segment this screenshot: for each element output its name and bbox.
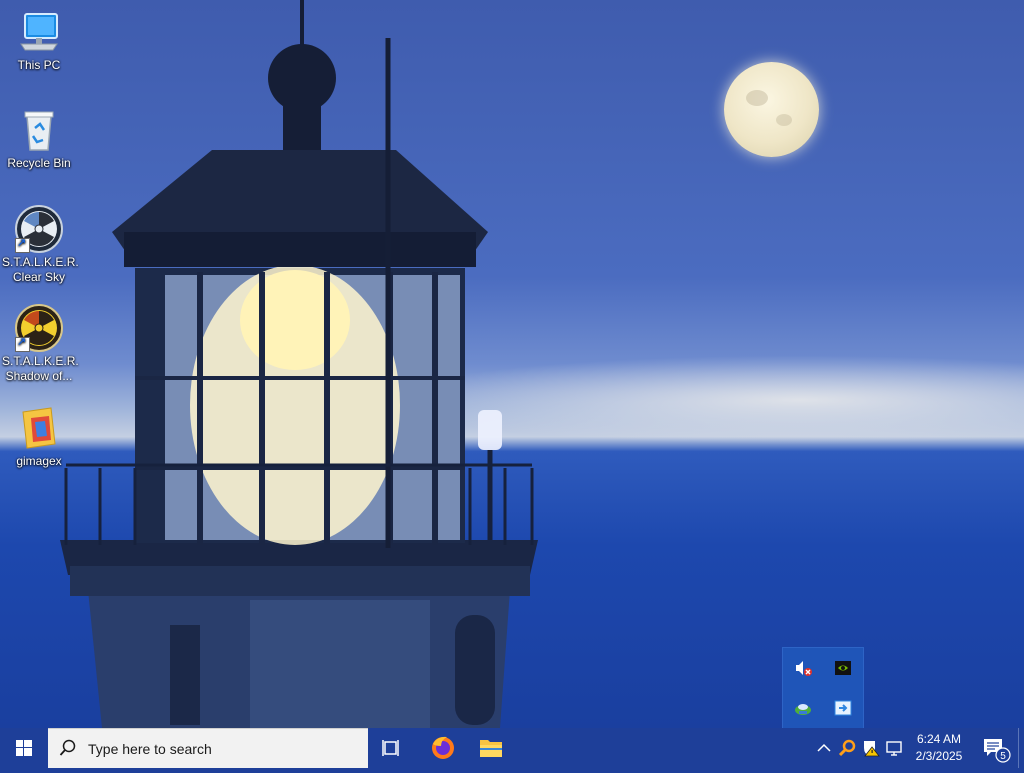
taskbar: Type here to search 6:24 AM 2/3/2025 5 xyxy=(0,728,1024,768)
taskbar-clock[interactable]: 6:24 AM 2/3/2025 xyxy=(908,731,970,765)
notification-count: 5 xyxy=(1000,751,1006,762)
stalker-shadow-icon xyxy=(15,304,63,352)
moon xyxy=(724,62,819,157)
desktop-wallpaper xyxy=(0,0,1024,728)
search-tool-icon[interactable] xyxy=(837,738,857,758)
desktop-icon-label: gimagex xyxy=(16,454,62,468)
desktop-icon-label-line1: S.T.A.L.K.E.R. xyxy=(2,354,79,368)
search-icon xyxy=(59,739,76,756)
network-icon[interactable] xyxy=(885,738,905,758)
desktop-icon-recycle-bin[interactable]: Recycle Bin xyxy=(2,106,76,171)
show-desktop-button[interactable] xyxy=(1018,728,1024,768)
desktop-icon-this-pc[interactable]: This PC xyxy=(2,8,76,73)
desktop-icon-stalker-clear-sky[interactable]: S.T.A.L.K.E.R. Clear Sky xyxy=(2,205,79,285)
windows-logo-icon xyxy=(16,740,32,756)
taskbar-search-box[interactable]: Type here to search xyxy=(48,728,368,768)
this-pc-icon xyxy=(15,8,63,56)
stalker-clear-sky-icon xyxy=(15,205,63,253)
file-explorer-taskbar-button[interactable] xyxy=(467,728,515,768)
desktop-icon-stalker-shadow[interactable]: S.T.A.L.K.E.R. Shadow of... xyxy=(2,304,79,384)
clock-date: 2/3/2025 xyxy=(915,749,963,763)
show-hidden-icons-chevron[interactable] xyxy=(814,738,834,758)
desktop-icon-label: This PC xyxy=(17,58,61,72)
desktop-icon-gimagex[interactable]: gimagex xyxy=(2,404,76,469)
desktop-icon-label-line2: Shadow of... xyxy=(5,369,73,383)
clock-time: 6:24 AM xyxy=(916,732,962,746)
desktop-icon-label: Recycle Bin xyxy=(7,156,71,170)
remote-app-icon[interactable] xyxy=(833,698,853,718)
desktop-icon-label-line1: S.T.A.L.K.E.R. xyxy=(2,255,79,269)
nvidia-icon[interactable] xyxy=(833,658,853,678)
firefox-taskbar-button[interactable] xyxy=(419,728,467,768)
recycle-bin-icon xyxy=(15,106,63,154)
lighthouse xyxy=(60,0,538,728)
task-view-icon xyxy=(382,740,399,756)
gimagex-folder-icon xyxy=(15,404,63,452)
notification-icon: 5 xyxy=(984,739,1011,763)
file-explorer-icon xyxy=(480,740,502,757)
search-placeholder: Type here to search xyxy=(88,741,212,757)
volume-muted-icon[interactable] xyxy=(793,658,813,678)
firefox-icon xyxy=(432,736,454,759)
network-app-icon[interactable] xyxy=(793,698,813,718)
shortcut-arrow-icon xyxy=(15,335,30,352)
action-center-button[interactable]: 5 xyxy=(978,728,1016,768)
task-view-button[interactable] xyxy=(368,728,416,768)
security-warning-icon[interactable] xyxy=(861,738,881,758)
tray-overflow-flyout xyxy=(782,647,864,729)
shortcut-arrow-icon xyxy=(15,236,30,253)
start-button[interactable] xyxy=(0,728,48,768)
desktop-icon-label-line2: Clear Sky xyxy=(12,270,65,284)
